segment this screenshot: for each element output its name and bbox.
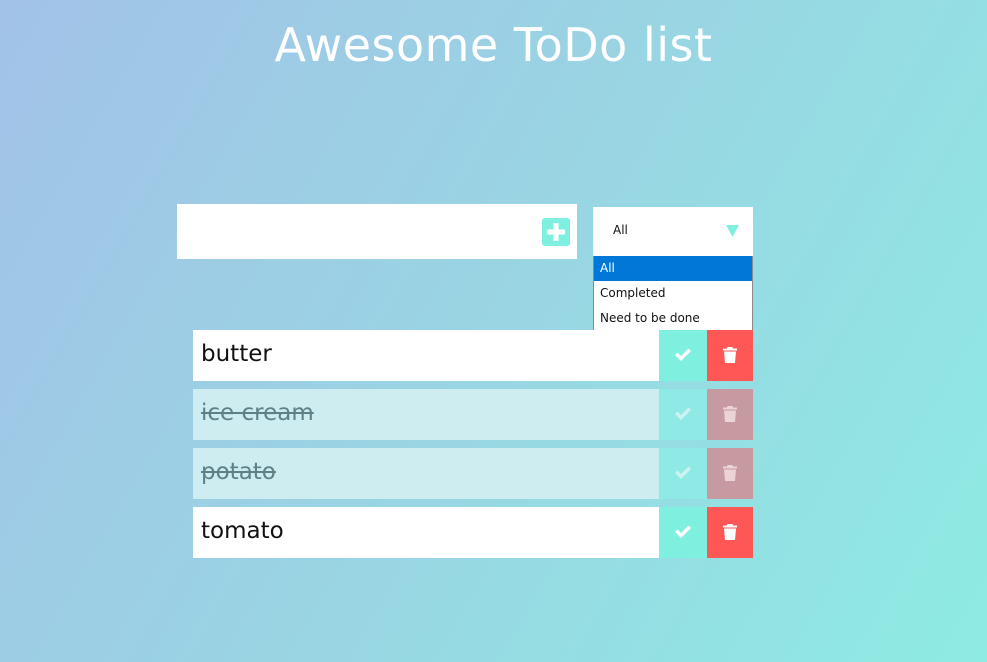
trash-icon [723, 465, 737, 481]
trash-icon [723, 406, 737, 422]
caret-down-icon [726, 225, 739, 237]
check-icon [675, 407, 691, 420]
todo-text: tomato [201, 518, 284, 544]
filter-select[interactable]: All [593, 207, 753, 256]
todo-item: potato [193, 448, 753, 499]
filter-option-completed[interactable]: Completed [594, 281, 752, 306]
trash-icon [723, 524, 737, 540]
check-icon [675, 466, 691, 479]
todo-item: ice cream [193, 389, 753, 440]
delete-button[interactable] [707, 389, 753, 440]
todo-text-area: tomato [193, 507, 659, 558]
filter-option-need-to-be-done[interactable]: Need to be done [594, 306, 752, 331]
new-todo-form [177, 204, 577, 259]
filter-option-all[interactable]: All [594, 256, 752, 281]
todo-text-area: potato [193, 448, 659, 499]
delete-button[interactable] [707, 448, 753, 499]
todo-text: butter [201, 341, 272, 367]
delete-button[interactable] [707, 507, 753, 558]
check-icon [675, 348, 691, 361]
filter-dropdown: All Completed Need to be done [593, 256, 753, 332]
todo-text-area: butter [193, 330, 659, 381]
delete-button[interactable] [707, 330, 753, 381]
filter-selected-value: All [613, 223, 628, 237]
complete-button[interactable] [659, 389, 707, 440]
complete-button[interactable] [659, 330, 707, 381]
plus-icon [547, 223, 565, 241]
todo-item: tomato [193, 507, 753, 558]
page-title: Awesome ToDo list [274, 18, 713, 72]
add-todo-button[interactable] [542, 218, 570, 246]
new-todo-input[interactable] [177, 204, 527, 259]
todo-text-area: ice cream [193, 389, 659, 440]
complete-button[interactable] [659, 507, 707, 558]
todo-item: butter [193, 330, 753, 381]
todo-text: potato [201, 459, 276, 485]
todo-text: ice cream [201, 400, 314, 426]
trash-icon [723, 347, 737, 363]
check-icon [675, 525, 691, 538]
complete-button[interactable] [659, 448, 707, 499]
